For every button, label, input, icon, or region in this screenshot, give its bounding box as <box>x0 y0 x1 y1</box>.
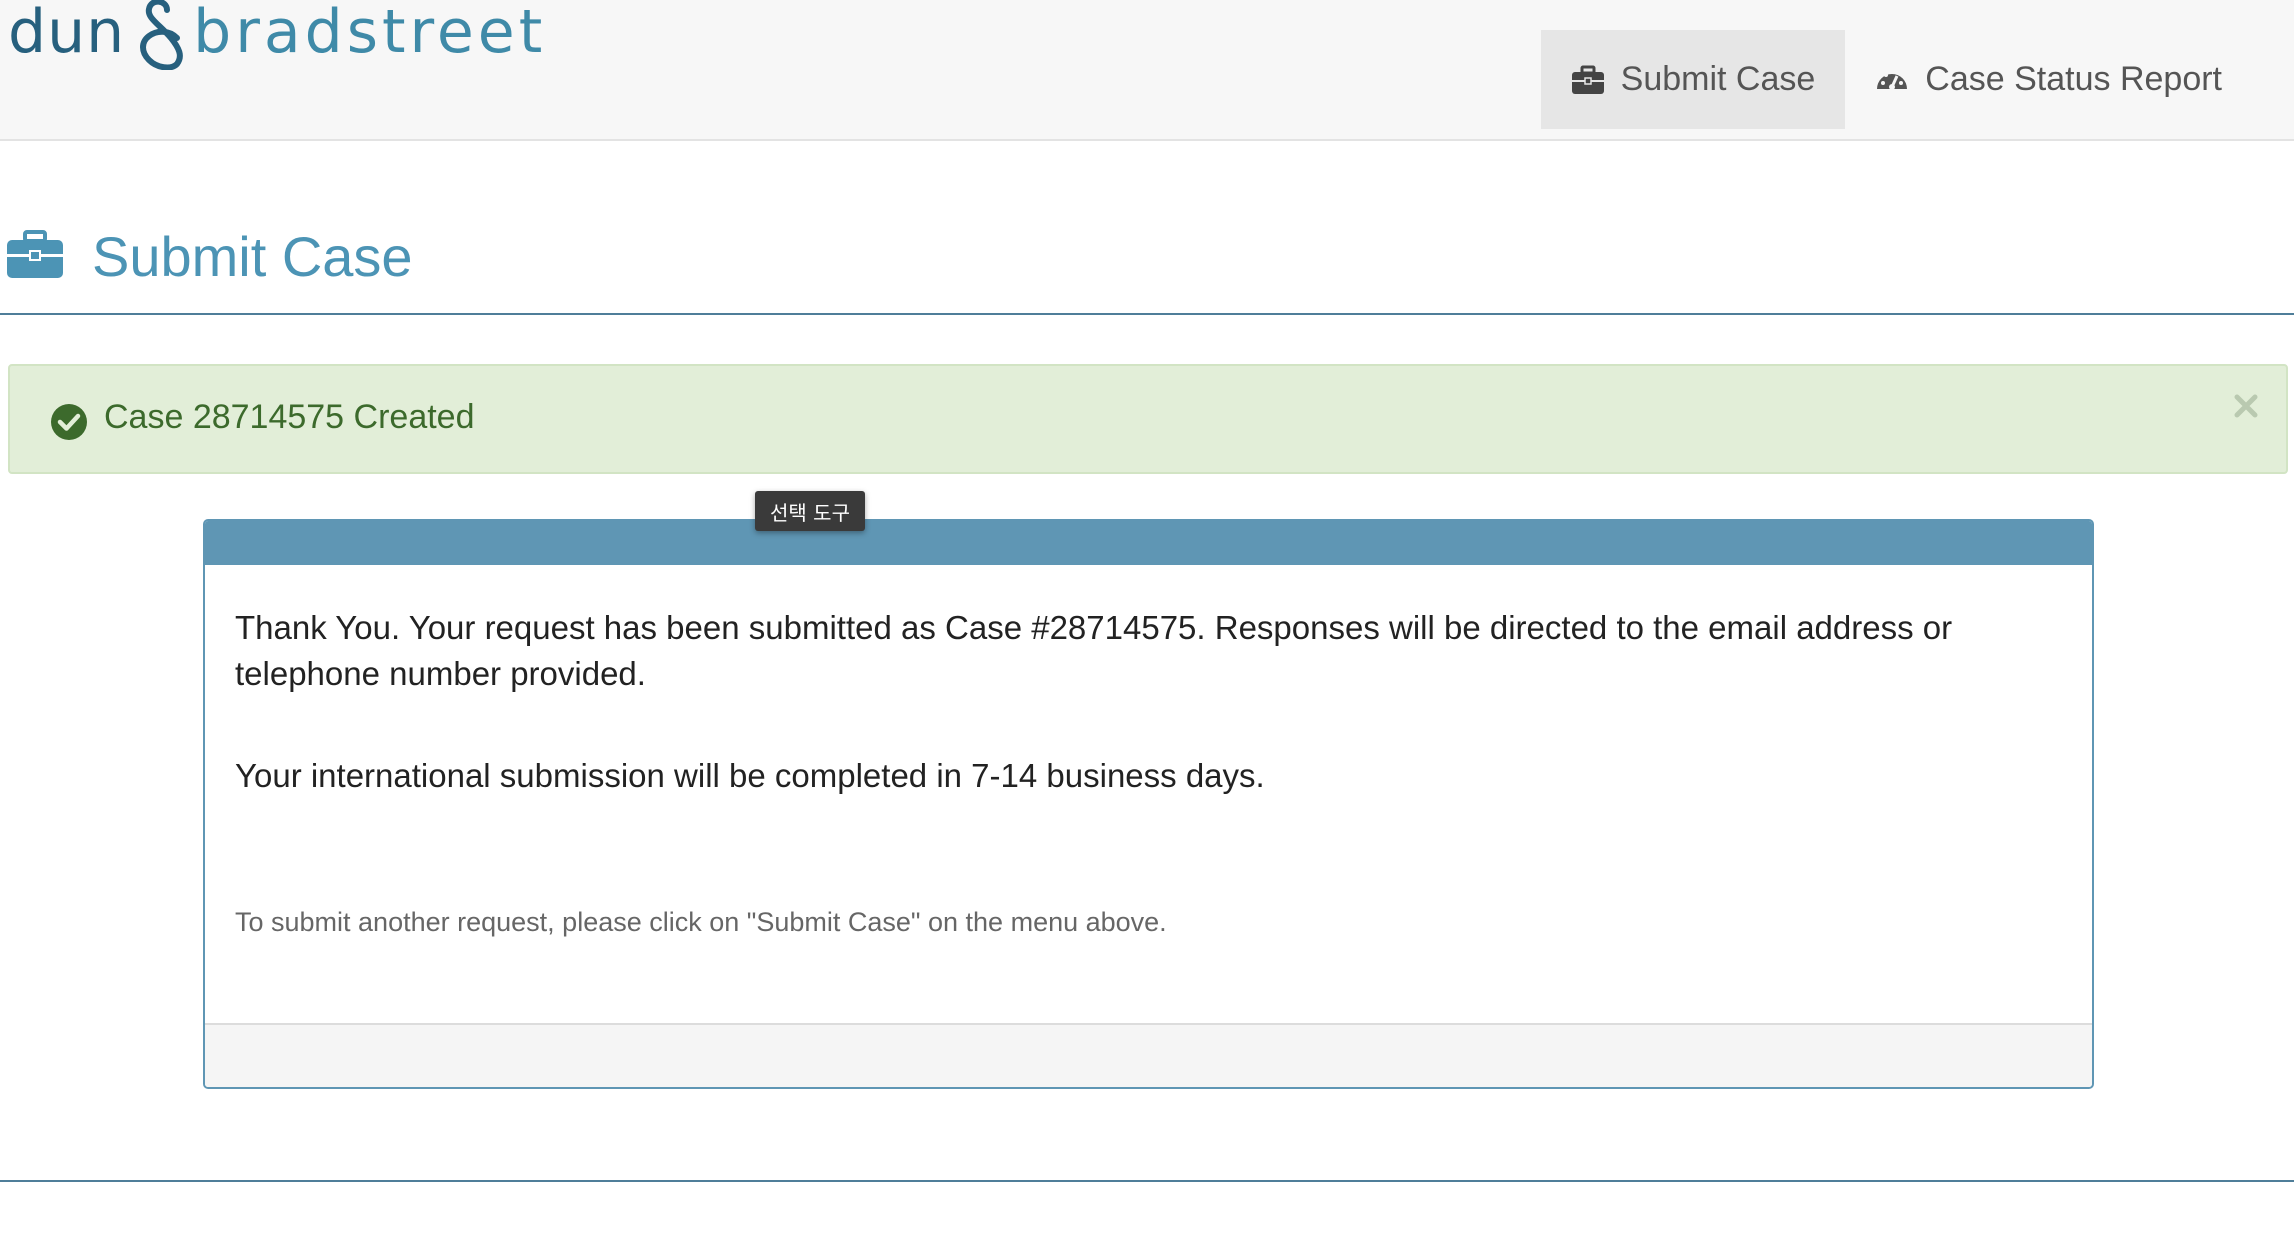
page-header: Submit Case <box>0 220 2294 315</box>
panel-body: Thank You. Your request has been submitt… <box>205 565 2092 1023</box>
briefcase-icon <box>1571 65 1604 94</box>
dun-bradstreet-logo[interactable]: dun bradstreet <box>8 0 546 72</box>
ampersand-logo-mark-icon <box>140 0 183 70</box>
close-icon[interactable] <box>2232 392 2260 420</box>
completion-time-message: Your international submission will be co… <box>235 757 1265 794</box>
submit-another-hint: To submit another request, please click … <box>235 907 1167 937</box>
panel-header <box>205 521 2092 565</box>
top-bar: dun bradstreet Submit Case Case Status R… <box>0 0 2294 141</box>
alert-message: Case 28714575 Created <box>104 398 475 436</box>
thank-you-message: Thank You. Your request has been submitt… <box>235 609 1953 692</box>
footer-divider <box>0 1180 2294 1182</box>
dashboard-gauge-icon <box>1877 69 1908 90</box>
nav-case-status-report[interactable]: Case Status Report <box>1845 30 2252 129</box>
nav-submit-case-label: Submit Case <box>1620 60 1816 98</box>
nav-submit-case[interactable]: Submit Case <box>1540 30 1846 129</box>
confirmation-panel: Thank You. Your request has been submitt… <box>203 519 2094 1089</box>
main-nav: Submit Case Case Status Report <box>1540 30 2252 129</box>
logo-text-dun: dun <box>8 0 126 67</box>
briefcase-icon <box>7 230 63 278</box>
selection-tool-tooltip: 선택 도구 <box>755 491 865 531</box>
check-circle-icon <box>51 404 87 440</box>
success-alert: Case 28714575 Created <box>8 364 2288 474</box>
panel-footer <box>205 1023 2092 1087</box>
page-title: Submit Case <box>92 225 413 288</box>
nav-case-status-report-label: Case Status Report <box>1925 60 2222 98</box>
logo-text-bradstreet: bradstreet <box>193 0 547 67</box>
